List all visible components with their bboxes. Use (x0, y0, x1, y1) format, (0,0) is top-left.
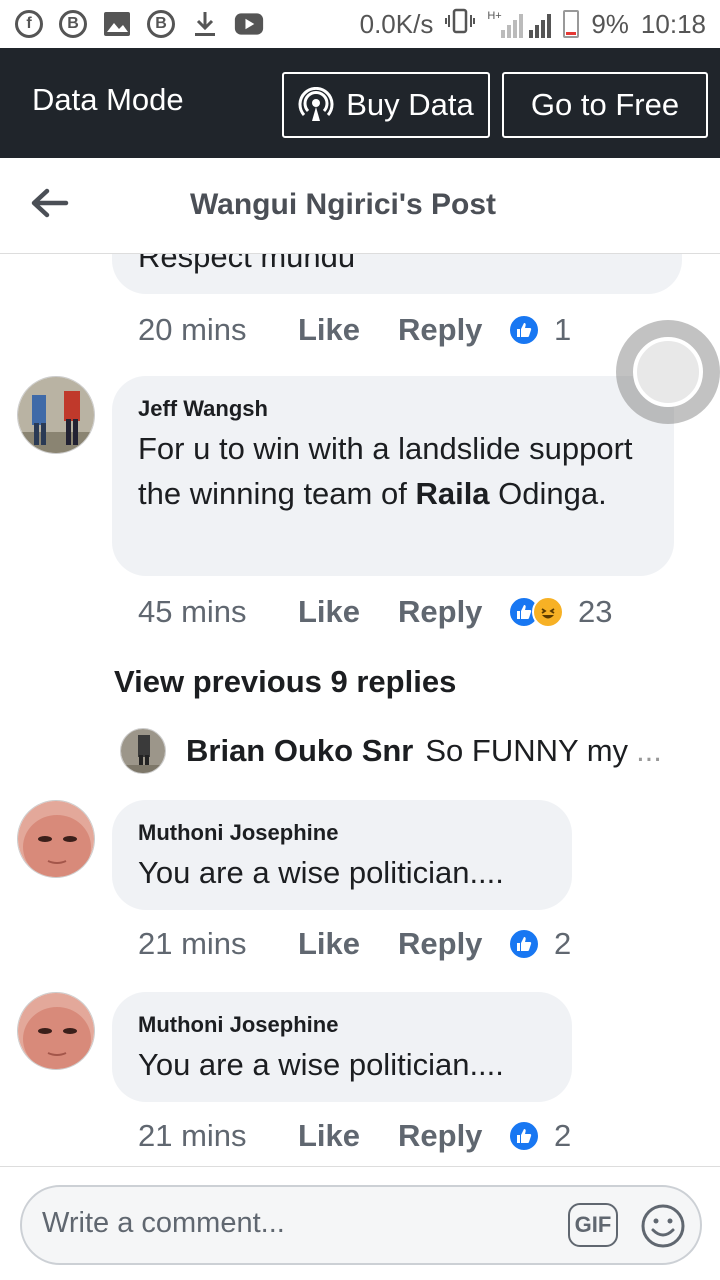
comment-author[interactable]: Muthoni Josephine (138, 1012, 546, 1038)
ellipsis: ... (636, 733, 662, 768)
facebook-icon: f (14, 9, 44, 39)
reply-preview[interactable]: Brian Ouko Snr So FUNNY my ... (120, 728, 680, 774)
comment-text: You are a wise politician.... (138, 855, 504, 890)
signal-icon: H+ (487, 10, 552, 38)
comment-placeholder: Write a comment... (42, 1207, 285, 1239)
reaction-count[interactable]: 23 (578, 594, 612, 630)
comment-bubble[interactable]: Respect mundu (112, 254, 682, 294)
reaction-count[interactable]: 1 (554, 312, 571, 348)
download-icon (190, 9, 220, 39)
reply-link[interactable]: Reply (398, 1118, 508, 1154)
comment-composer: Write a comment... GIF (0, 1166, 720, 1280)
reaction-count[interactable]: 2 (554, 1118, 571, 1154)
reply-snippet: So FUNNY my (425, 733, 629, 768)
comment-meta: 21 mins Like Reply 2 (138, 924, 571, 964)
buy-data-button[interactable]: Buy Data (282, 72, 490, 138)
status-bar: f B B 0.0K/s H+ 9% 10:18 (0, 0, 720, 48)
smiley-icon[interactable] (640, 1203, 686, 1249)
post-header: Wangui Ngirici's Post (0, 158, 720, 254)
comments-list[interactable]: Respect mundu 20 mins Like Reply 1 Jeff … (0, 254, 720, 1166)
clock: 10:18 (640, 8, 706, 39)
comment-time: 21 mins (138, 926, 247, 961)
net-speed: 0.0K/s (359, 8, 434, 39)
battery-percent: 9% (591, 8, 629, 39)
image-icon (102, 9, 132, 39)
reply-author[interactable]: Brian Ouko Snr (186, 733, 413, 769)
comment-text: You are a wise politician.... (138, 1047, 504, 1082)
comment-author[interactable]: Muthoni Josephine (138, 820, 546, 846)
bitcoin-icon: B (58, 9, 88, 39)
page-title: Wangui Ngirici's Post (189, 188, 497, 221)
data-mode-bar: Data Mode Buy Data Go to Free (0, 48, 720, 158)
like-link[interactable]: Like (298, 926, 398, 962)
comment-author[interactable]: Jeff Wangsh (138, 396, 648, 422)
mention-link[interactable]: Raila (415, 476, 489, 511)
comment-meta: 21 mins Like Reply 2 (138, 1116, 571, 1156)
like-reaction-icon (508, 1120, 540, 1152)
buy-data-label: Buy Data (346, 87, 474, 122)
avatar[interactable] (17, 992, 95, 1070)
like-link[interactable]: Like (298, 1118, 398, 1154)
comment-text-part: Odinga. (489, 476, 607, 511)
comment-text: For u to win with a landslide support th… (138, 426, 648, 516)
view-previous-replies-link[interactable]: View previous 9 replies (114, 664, 456, 700)
assistive-touch-button[interactable] (616, 320, 720, 424)
avatar[interactable] (120, 728, 166, 774)
data-mode-label: Data Mode (32, 82, 184, 117)
comment-bubble[interactable]: Muthoni Josephine You are a wise politic… (112, 800, 572, 910)
broadcast-icon (298, 87, 334, 123)
comment-meta: 20 mins Like Reply 1 (138, 310, 571, 350)
assistive-touch-inner (633, 337, 703, 407)
avatar[interactable] (17, 376, 95, 454)
comment-text: Respect mundu (138, 254, 356, 274)
comment-meta: 45 mins Like Reply 23 (138, 592, 612, 632)
reply-link[interactable]: Reply (398, 312, 508, 348)
go-to-free-label: Go to Free (530, 87, 680, 122)
avatar[interactable] (17, 800, 95, 878)
go-to-free-button[interactable]: Go to Free (502, 72, 708, 138)
reply-link[interactable]: Reply (398, 594, 508, 630)
like-link[interactable]: Like (298, 594, 398, 630)
battery-icon (563, 10, 580, 38)
comment-time: 21 mins (138, 1118, 247, 1153)
reply-link[interactable]: Reply (398, 926, 508, 962)
comment-input[interactable]: Write a comment... GIF (20, 1185, 702, 1265)
comment-bubble[interactable]: Muthoni Josephine You are a wise politic… (112, 992, 572, 1102)
comment-bubble[interactable]: Jeff Wangsh For u to win with a landslid… (112, 376, 674, 576)
youtube-icon (234, 9, 264, 39)
vibrate-icon (445, 8, 476, 41)
like-reaction-icon (508, 928, 540, 960)
gif-button[interactable]: GIF (568, 1203, 618, 1247)
reaction-count[interactable]: 2 (554, 926, 571, 962)
like-link[interactable]: Like (298, 312, 398, 348)
bitcoin-icon: B (146, 9, 176, 39)
like-reaction-icon (508, 314, 540, 346)
comment-time: 45 mins (138, 594, 247, 629)
comment-time: 20 mins (138, 312, 247, 347)
haha-reaction-icon (532, 596, 564, 628)
network-type: H+ (487, 10, 502, 22)
